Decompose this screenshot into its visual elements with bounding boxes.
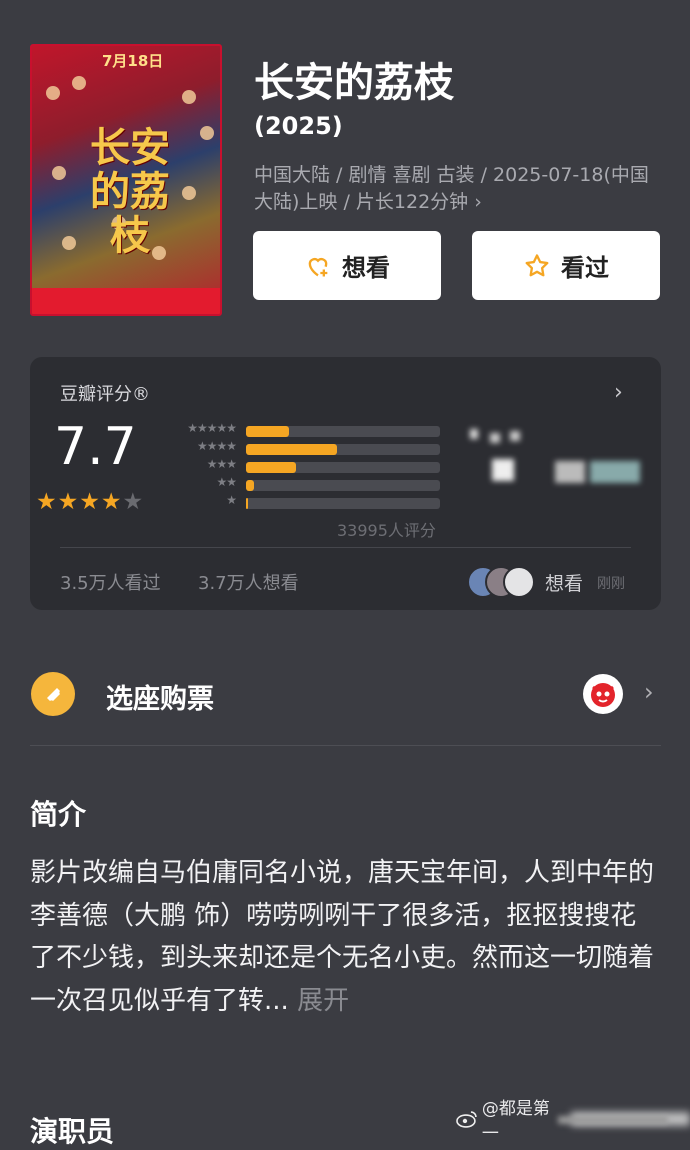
row-stars: ★★★ (206, 457, 237, 471)
star-icon (525, 253, 549, 276)
rating-stars: ★★★★★ (36, 489, 144, 515)
rating-bar-track (246, 462, 440, 473)
row-stars: ★ (226, 493, 237, 507)
row-stars: ★★ (216, 475, 236, 489)
movie-poster[interactable]: 7月18日 长安的荔枝 (30, 44, 222, 316)
watermark-text: @都是第一 (481, 1099, 550, 1144)
rating-row: ★ (168, 493, 448, 513)
rating-distribution: ★★★★★ ★★★★ ★★★ ★★ ★ (168, 421, 448, 513)
rating-row: ★★ (168, 475, 448, 495)
friends-action: 想看 (545, 573, 584, 595)
rating-label: 豆瓣评分® (60, 384, 150, 405)
rating-bar-track (246, 480, 440, 491)
seen-label: 看过 (561, 254, 609, 282)
rating-card[interactable]: 豆瓣评分® › 7.7 ★★★★★ ★★★★★ ★★★★ ★★★ ★★ ★ 33995人… (30, 357, 661, 610)
want-label: 想看 (342, 254, 390, 282)
row-stars: ★★★★ (196, 439, 237, 453)
poster-title: 长安的荔枝 (90, 124, 170, 259)
rating-score: 7.7 (54, 417, 137, 477)
stars-filled: ★★★★ (36, 489, 123, 515)
intro-heading: 简介 (30, 798, 87, 831)
chevron-right-icon[interactable]: › (614, 380, 623, 405)
poster-strip (32, 288, 220, 314)
ticket-icon (31, 672, 75, 716)
want-button[interactable]: 想看 (253, 231, 441, 300)
seen-button[interactable]: 看过 (472, 231, 660, 300)
movie-year: (2025) (254, 112, 343, 140)
cat-logo-icon (583, 674, 623, 714)
rating-count: 33995人评分 (337, 521, 436, 540)
card-divider (60, 547, 631, 548)
row-stars: ★★★★★ (187, 421, 237, 435)
rating-bar-fill (246, 462, 297, 473)
poster-date: 7月18日 (102, 52, 164, 70)
rating-bar-track (246, 444, 440, 455)
section-divider (30, 745, 661, 746)
avatar (503, 566, 535, 598)
stars-empty: ★ (122, 489, 145, 515)
heart-plus-icon (308, 257, 328, 276)
weibo-icon (456, 1111, 477, 1128)
blurred-region (470, 429, 650, 489)
friends-time: 刚刚 (597, 576, 625, 592)
cast-heading: 演职员 (30, 1115, 115, 1148)
rating-bar-track (246, 498, 440, 509)
want-count: 3.7万人想看 (198, 573, 299, 594)
friend-avatars[interactable] (467, 566, 539, 598)
chevron-right-icon[interactable]: › (644, 678, 654, 706)
rating-row: ★★★ (168, 457, 448, 477)
rating-bar-track (246, 426, 440, 437)
rating-bar-fill (246, 498, 248, 509)
ticket-label[interactable]: 选座购票 (106, 677, 214, 716)
rating-bar-fill (246, 426, 289, 437)
intro-text: 影片改编自马伯庸同名小说，唐天宝年间，人到中年的李善德（大鹏 饰）唠唠咧咧干了很… (30, 852, 660, 1022)
rating-bar-fill (246, 444, 338, 455)
movie-meta[interactable]: 中国大陆 / 剧情 喜剧 古装 / 2025-07-18(中国大陆)上映 / 片… (254, 162, 666, 216)
expand-link[interactable]: 展开 (297, 986, 349, 1016)
seen-count: 3.5万人看过 (60, 573, 161, 594)
movie-title: 长安的荔枝 (254, 60, 454, 106)
rating-bar-fill (246, 480, 254, 491)
blurred-region (558, 1116, 668, 1124)
